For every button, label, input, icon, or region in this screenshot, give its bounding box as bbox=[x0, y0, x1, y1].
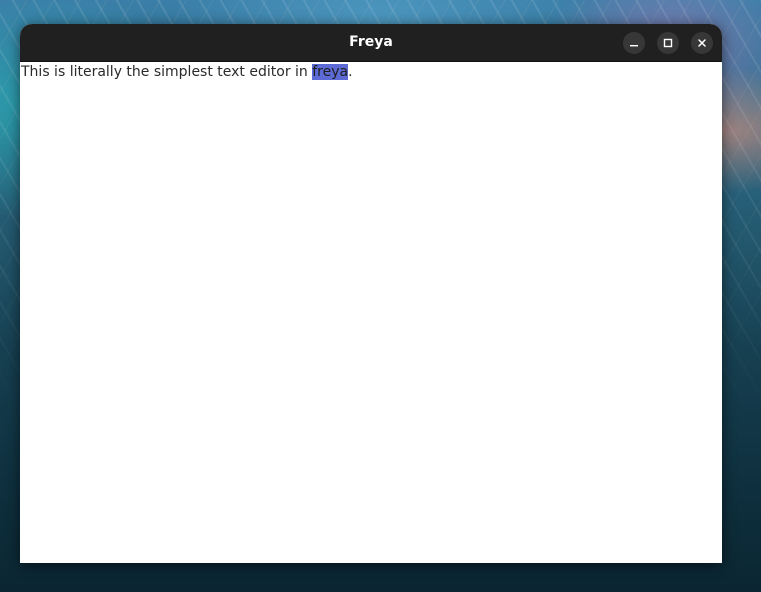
app-window: Freya This is literally the simplest tex… bbox=[20, 24, 722, 563]
editor-selected-text[interactable]: freya bbox=[312, 64, 349, 80]
editor-text-after: . bbox=[348, 64, 353, 80]
maximize-icon bbox=[663, 38, 673, 48]
minimize-button[interactable] bbox=[623, 32, 645, 54]
window-title: Freya bbox=[349, 34, 393, 50]
editor-line[interactable]: This is literally the simplest text edit… bbox=[21, 62, 353, 82]
titlebar[interactable]: Freya bbox=[20, 24, 722, 62]
close-button[interactable] bbox=[691, 32, 713, 54]
maximize-button[interactable] bbox=[657, 32, 679, 54]
editor-text-before: This is literally the simplest text edit… bbox=[21, 64, 313, 80]
close-icon bbox=[698, 39, 706, 47]
minimize-icon bbox=[630, 45, 638, 47]
text-editor-area[interactable]: This is literally the simplest text edit… bbox=[20, 62, 722, 563]
